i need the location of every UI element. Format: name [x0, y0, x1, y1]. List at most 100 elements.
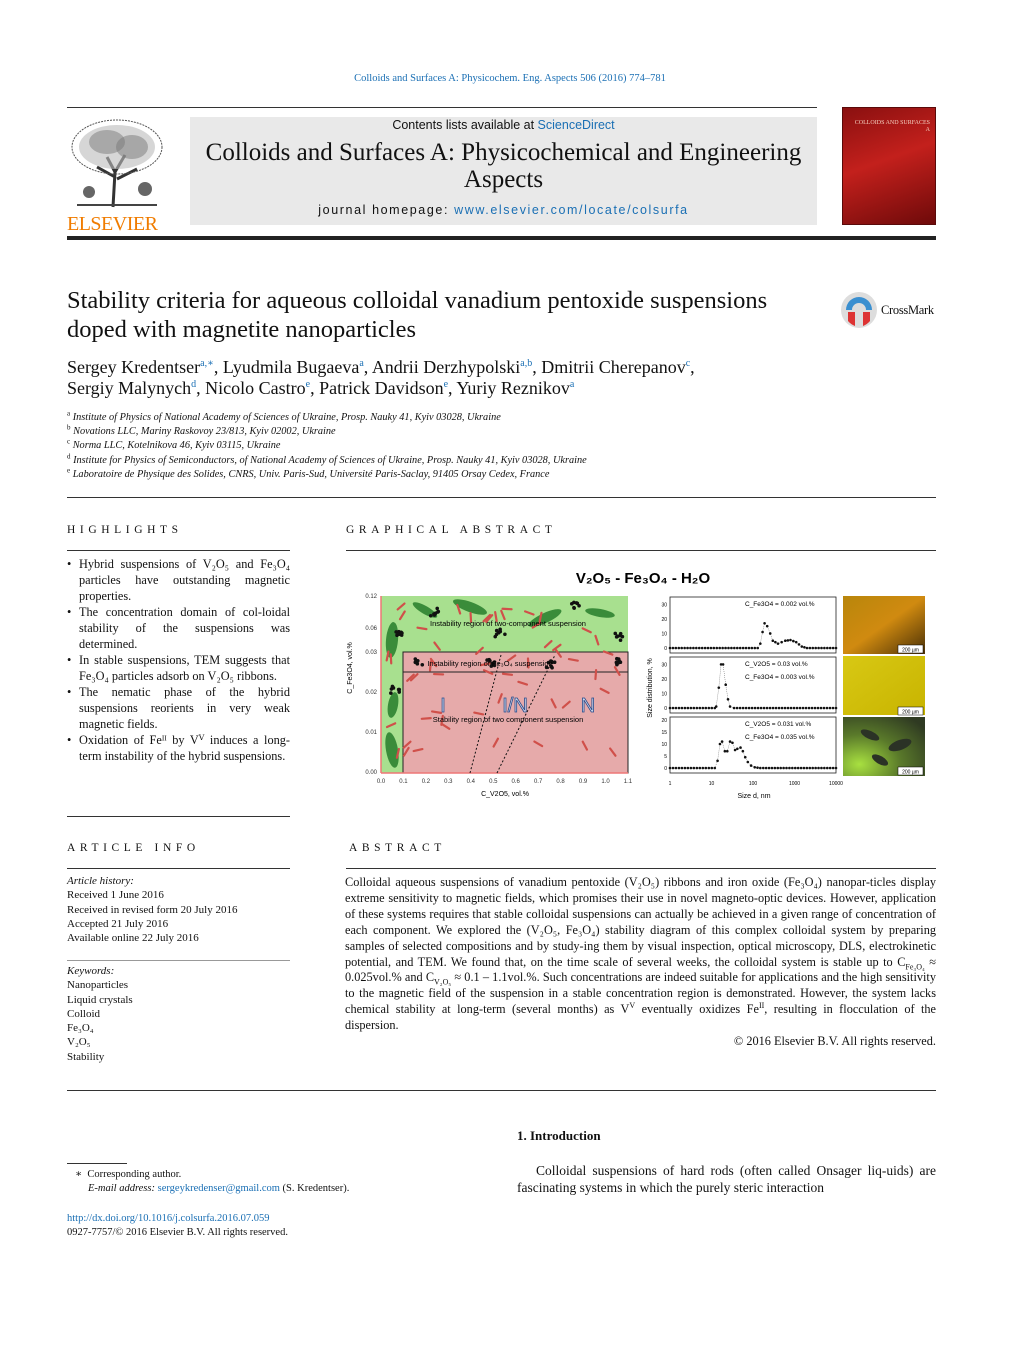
cover-title: COLLOIDS AND SURFACES A: [854, 120, 930, 133]
graphical-abstract-heading: GRAPHICAL ABSTRACT: [346, 524, 557, 536]
v2o5-ribbon: [567, 657, 579, 662]
doi-link[interactable]: http://dx.doi.org/10.1016/j.colsurfa.201…: [67, 1213, 270, 1224]
author-name[interactable]: Nicolo Castro: [205, 378, 306, 398]
history-item: Received 1 June 2016: [67, 889, 164, 902]
keyword: V₂O₅: [67, 1036, 91, 1049]
dls-point: [721, 646, 724, 650]
crossmark-label: CrossMark: [881, 302, 934, 317]
sciencedirect-link[interactable]: ScienceDirect: [538, 118, 615, 132]
dls-point: [771, 706, 775, 710]
crossmark-badge[interactable]: CrossMark: [840, 291, 934, 329]
dls-point: [744, 646, 748, 650]
email-link[interactable]: sergeykredenser@gmail.com: [158, 1183, 280, 1194]
graphical-abstract-figure[interactable]: V₂O₅ - Fe₃O₄ - H₂O Instability region of…: [345, 562, 940, 802]
author[interactable]: Sergey Kredentsera,∗: [67, 357, 214, 377]
dls-point: [810, 706, 814, 710]
dls-point: [677, 766, 681, 770]
author-affiliation-mark[interactable]: a,b: [520, 358, 532, 369]
dls-point: [689, 766, 693, 770]
abstract-text: Colloidal aqueous suspensions of vanadiu…: [345, 875, 936, 1050]
fe3o4-aggregate: [415, 658, 420, 663]
article-history: Article history: Received 1 June 2016 Re…: [67, 874, 237, 945]
author-affiliation-mark[interactable]: c: [686, 358, 690, 369]
author-name[interactable]: Andrii Derzhypolski: [372, 357, 520, 377]
dls-point: [735, 706, 739, 710]
affiliation-text: Novations LLC, Mariny Raskovoy 23/813, K…: [73, 426, 336, 438]
fe3o4-aggregate: [432, 613, 437, 617]
dls-point: [768, 706, 772, 710]
dls-point: [819, 706, 823, 710]
dls-point: [831, 646, 835, 650]
affiliation-text: Institute of Physics of National Academy…: [72, 412, 501, 423]
author[interactable]: Patrick Davidsone: [319, 378, 448, 398]
author-name[interactable]: Dmitrii Cherepanov: [541, 357, 685, 377]
dls-point: [689, 706, 693, 710]
history-item: Received in revised form 20 July 2016: [67, 903, 238, 916]
dls-point: [816, 706, 820, 710]
author[interactable]: Andrii Derzhypolskia,b: [372, 357, 532, 377]
phase-label-biphasic: I/N: [502, 695, 528, 717]
dls-point: [674, 766, 678, 770]
abstract-segment: Colloidal aqueous suspensions of vanadiu…: [345, 875, 936, 969]
author-affiliation-mark[interactable]: a: [359, 358, 363, 369]
elsevier-logo[interactable]: ELSEVIER: [67, 117, 167, 234]
author-name[interactable]: Lyudmila Bugaeva: [223, 357, 359, 377]
author[interactable]: Yuriy Reznikova: [456, 378, 574, 398]
dls-point: [718, 646, 722, 650]
dls-point: [797, 643, 801, 646]
fe3o4-aggregate: [389, 691, 393, 695]
author[interactable]: Dmitrii Cherepanovc: [541, 357, 690, 377]
dls-point: [695, 766, 699, 770]
dls-point: [704, 766, 708, 770]
fe3o4-aggregate: [618, 638, 623, 643]
journal-reference[interactable]: Colloids and Surfaces A: Physicochem. En…: [0, 73, 1020, 84]
author-affiliation-mark[interactable]: e: [444, 379, 448, 390]
dls-point: [753, 646, 757, 650]
divider: [346, 550, 936, 551]
fe3o4-aggregate: [577, 603, 581, 608]
dls-point: [759, 706, 763, 710]
dls-x-label: Size d, nm: [737, 793, 770, 800]
author-name[interactable]: Yuriy Reznikov: [456, 378, 569, 398]
homepage-link[interactable]: www.elsevier.com/locate/colsurfa: [454, 203, 689, 217]
dls-point: [770, 766, 774, 770]
dls-point: [697, 646, 701, 650]
dls-annotation: C_V2O5 = 0.03 vol.%: [745, 661, 808, 668]
dls-point: [762, 706, 766, 710]
dls-point: [773, 766, 777, 770]
affiliation-text: Norma LLC, Kotelnikova 46, Kyiv 03115, U…: [72, 440, 281, 452]
author[interactable]: Lyudmila Bugaevaa: [223, 357, 364, 377]
dls-point: [739, 746, 742, 749]
author-name[interactable]: Sergey Kredentser: [67, 357, 200, 377]
journal-cover[interactable]: COLLOIDS AND SURFACES A: [842, 107, 936, 225]
dls-point: [706, 646, 710, 650]
v2o5-ribbon: [501, 607, 513, 611]
author-affiliation-mark[interactable]: e: [306, 379, 310, 390]
doi[interactable]: http://dx.doi.org/10.1016/j.colsurfa.201…: [67, 1212, 270, 1226]
dls-point: [736, 747, 739, 751]
dls-point: [717, 686, 721, 689]
fe3o4-aggregate: [493, 634, 498, 639]
dls-point: [718, 742, 722, 746]
author-name[interactable]: Patrick Davidson: [319, 378, 443, 398]
author-affiliation-mark[interactable]: a: [570, 379, 574, 390]
history-item: Available online 22 July 2016: [67, 932, 199, 945]
author-affiliation-mark[interactable]: a,∗: [200, 358, 214, 369]
dls-point: [820, 766, 823, 770]
dls-point: [692, 766, 696, 770]
author-name[interactable]: Sergiy Malynych: [67, 378, 191, 398]
email-label: E-mail address:: [88, 1183, 158, 1194]
dls-point: [817, 646, 820, 650]
dls-y-tick-label: 20: [661, 718, 667, 724]
fe3o4-aggregate: [394, 630, 398, 634]
author-affiliation-mark[interactable]: d: [191, 379, 196, 390]
author[interactable]: Sergiy Malynychd: [67, 378, 196, 398]
x-tick-label: 1.1: [624, 779, 633, 785]
author[interactable]: Nicolo Castroe: [205, 378, 310, 398]
dls-point: [744, 706, 748, 710]
dls-point: [695, 646, 698, 650]
journal-reference-link[interactable]: Colloids and Surfaces A: Physicochem. En…: [354, 73, 666, 84]
dls-point: [783, 706, 787, 710]
dls-y-tick-label: 0: [664, 766, 667, 772]
dls-point: [808, 766, 812, 770]
